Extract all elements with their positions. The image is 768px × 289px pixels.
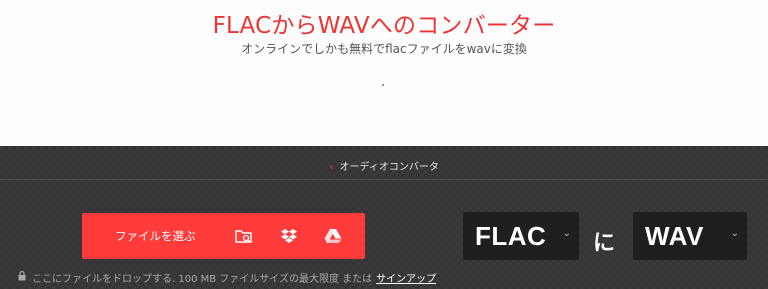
chevron-down-icon: ⌄ (562, 228, 571, 239)
converter-panel: ‹ オーディオコンバータ ファイルを選ぶ FLAC ⌄ に WAV ⌄ ここにフ… (0, 146, 768, 289)
chevron-left-icon: ‹ (329, 160, 334, 173)
folder-search-icon[interactable] (234, 227, 254, 245)
choose-file-label: ファイルを選ぶ (115, 229, 196, 243)
format-joiner: に (593, 231, 616, 256)
decorative-dot (382, 84, 384, 86)
page-subtitle: オンラインでしかも無料でflacファイルをwavに変換 (241, 42, 527, 56)
drop-hint: ここにファイルをドロップする. 100 MB ファイルサイズの最大限度 または … (18, 270, 436, 285)
lock-icon (18, 270, 26, 284)
breadcrumb-label: オーディオコンバータ (339, 162, 439, 173)
source-format-select[interactable]: FLAC ⌄ (463, 212, 579, 260)
dropbox-icon[interactable] (279, 227, 299, 245)
divider (0, 179, 768, 180)
google-drive-icon[interactable] (323, 227, 343, 245)
header-section: FLACからWAVへのコンバーター オンラインでしかも無料でflacファイルをw… (0, 0, 768, 146)
chevron-down-icon: ⌄ (730, 228, 739, 239)
signup-link[interactable]: サインアップ (376, 270, 436, 285)
drop-hint-text: ここにファイルをドロップする. 100 MB ファイルサイズの最大限度 または (32, 274, 373, 285)
target-format-select[interactable]: WAV ⌄ (633, 212, 747, 260)
source-format-value: FLAC (475, 221, 547, 251)
target-format-value: WAV (645, 221, 704, 251)
breadcrumb[interactable]: ‹ オーディオコンバータ (0, 158, 768, 173)
page-title: FLACからWAVへのコンバーター (212, 13, 556, 39)
choose-file-button[interactable]: ファイルを選ぶ (82, 213, 365, 259)
